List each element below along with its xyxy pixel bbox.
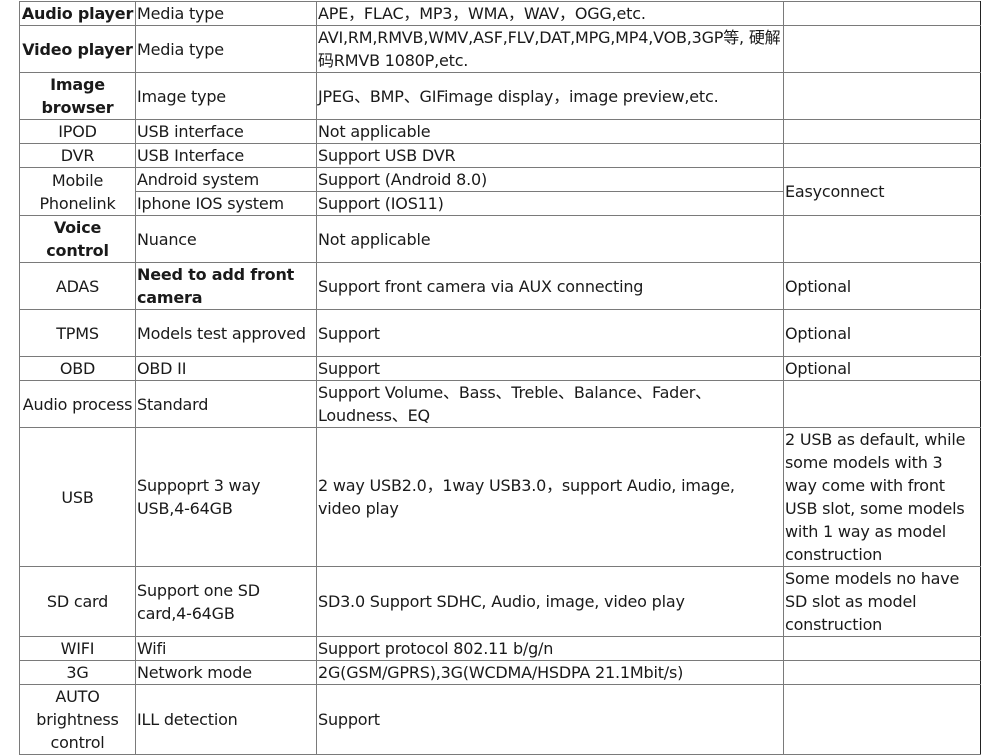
spec-cell: AVI,RM,RMVB,WMV,ASF,FLV,DAT,MPG,MP4,VOB,…	[316, 25, 784, 73]
table-row: DVR USB Interface Support USB DVR	[19, 143, 981, 168]
feature-cell: Image browser	[19, 72, 136, 120]
note-cell	[783, 119, 981, 144]
table-row: Voice control Nuance Not applicable	[19, 215, 981, 263]
table-row: Audio process Standard Support Volume、Ba…	[19, 380, 981, 428]
type-cell: Android system	[135, 167, 317, 192]
feature-cell: Audio process	[19, 380, 136, 428]
spec-cell: Support (IOS11)	[316, 191, 784, 216]
spec-cell: Not applicable	[316, 215, 784, 263]
type-cell: Need to add front camera	[135, 262, 317, 310]
type-cell: USB interface	[135, 119, 317, 144]
type-cell: Nuance	[135, 215, 317, 263]
note-cell	[783, 380, 981, 428]
note-cell	[783, 636, 981, 661]
table-row: Video player Media type AVI,RM,RMVB,WMV,…	[19, 25, 981, 73]
note-cell	[783, 1, 981, 26]
table-row: AUTO brightness control ILL detection Su…	[19, 684, 981, 755]
type-cell: Iphone IOS system	[135, 191, 317, 216]
note-cell: Optional	[783, 356, 981, 381]
table-row: SD card Support one SD card,4-64GB SD3.0…	[19, 566, 981, 637]
feature-cell: OBD	[19, 356, 136, 381]
spec-cell: Support front camera via AUX connecting	[316, 262, 784, 310]
feature-cell: AUTO brightness control	[19, 684, 136, 755]
feature-cell: Voice control	[19, 215, 136, 263]
note-cell: 2 USB as default, while some models with…	[783, 427, 981, 567]
type-cell: OBD II	[135, 356, 317, 381]
note-cell	[783, 684, 981, 755]
spec-cell: Support (Android 8.0)	[316, 167, 784, 192]
feature-cell: 3G	[19, 660, 136, 685]
type-cell: Media type	[135, 1, 317, 26]
feature-cell: Video player	[19, 25, 136, 73]
type-cell: Standard	[135, 380, 317, 428]
feature-cell: SD card	[19, 566, 136, 637]
feature-cell: IPOD	[19, 119, 136, 144]
type-cell: Media type	[135, 25, 317, 73]
table-row: 3G Network mode 2G(GSM/GPRS),3G(WCDMA/HS…	[19, 660, 981, 685]
feature-cell: WIFI	[19, 636, 136, 661]
spec-cell: SD3.0 Support SDHC, Audio, image, video …	[316, 566, 784, 637]
spec-cell: Support	[316, 309, 784, 357]
spec-cell: APE，FLAC，MP3，WMA，WAV，OGG,etc.	[316, 1, 784, 26]
feature-cell: Mobile Phonelink	[19, 167, 136, 216]
type-cell: ILL detection	[135, 684, 317, 755]
type-cell: USB Interface	[135, 143, 317, 168]
table-row: Audio player Media type APE，FLAC，MP3，WMA…	[19, 1, 981, 26]
type-cell: Network mode	[135, 660, 317, 685]
note-cell: Some models no have SD slot as model con…	[783, 566, 981, 637]
spec-cell: Support protocol 802.11 b/g/n	[316, 636, 784, 661]
feature-cell: USB	[19, 427, 136, 567]
table-row: OBD OBD II Support Optional	[19, 356, 981, 381]
note-cell	[783, 215, 981, 263]
feature-cell: ADAS	[19, 262, 136, 310]
feature-cell: Audio player	[19, 1, 136, 26]
note-cell: Optional	[783, 262, 981, 310]
note-cell	[783, 72, 981, 120]
spec-cell: Support	[316, 356, 784, 381]
type-cell: Models test approved	[135, 309, 317, 357]
table-row: Image browser Image type JPEG、BMP、GIFima…	[19, 72, 981, 120]
spec-cell: Support	[316, 684, 784, 755]
table-row: TPMS Models test approved Support Option…	[19, 309, 981, 357]
feature-cell: TPMS	[19, 309, 136, 357]
table-row: WIFI Wifi Support protocol 802.11 b/g/n	[19, 636, 981, 661]
spec-cell: JPEG、BMP、GIFimage display，image preview,…	[316, 72, 784, 120]
table-row: IPOD USB interface Not applicable	[19, 119, 981, 144]
type-cell: Image type	[135, 72, 317, 120]
spec-table: Audio player Media type APE，FLAC，MP3，WMA…	[19, 1, 981, 755]
type-cell: Wifi	[135, 636, 317, 661]
type-cell: Suppoprt 3 way USB,4-64GB	[135, 427, 317, 567]
spec-cell: 2 way USB2.0，1way USB3.0，support Audio, …	[316, 427, 784, 567]
note-cell: Optional	[783, 309, 981, 357]
spec-cell: Not applicable	[316, 119, 784, 144]
spec-cell: Support USB DVR	[316, 143, 784, 168]
table-row: USB Suppoprt 3 way USB,4-64GB 2 way USB2…	[19, 427, 981, 567]
table-row: ADAS Need to add front camera Support fr…	[19, 262, 981, 310]
note-cell: Easyconnect	[783, 167, 981, 216]
feature-cell: DVR	[19, 143, 136, 168]
spec-cell: Support Volume、Bass、Treble、Balance、Fader…	[316, 380, 784, 428]
note-cell	[783, 143, 981, 168]
table-row: Mobile Phonelink Android system Support …	[19, 167, 981, 216]
type-cell: Support one SD card,4-64GB	[135, 566, 317, 637]
note-cell	[783, 660, 981, 685]
spec-cell: 2G(GSM/GPRS),3G(WCDMA/HSDPA 21.1Mbit/s)	[316, 660, 784, 685]
note-cell	[783, 25, 981, 73]
